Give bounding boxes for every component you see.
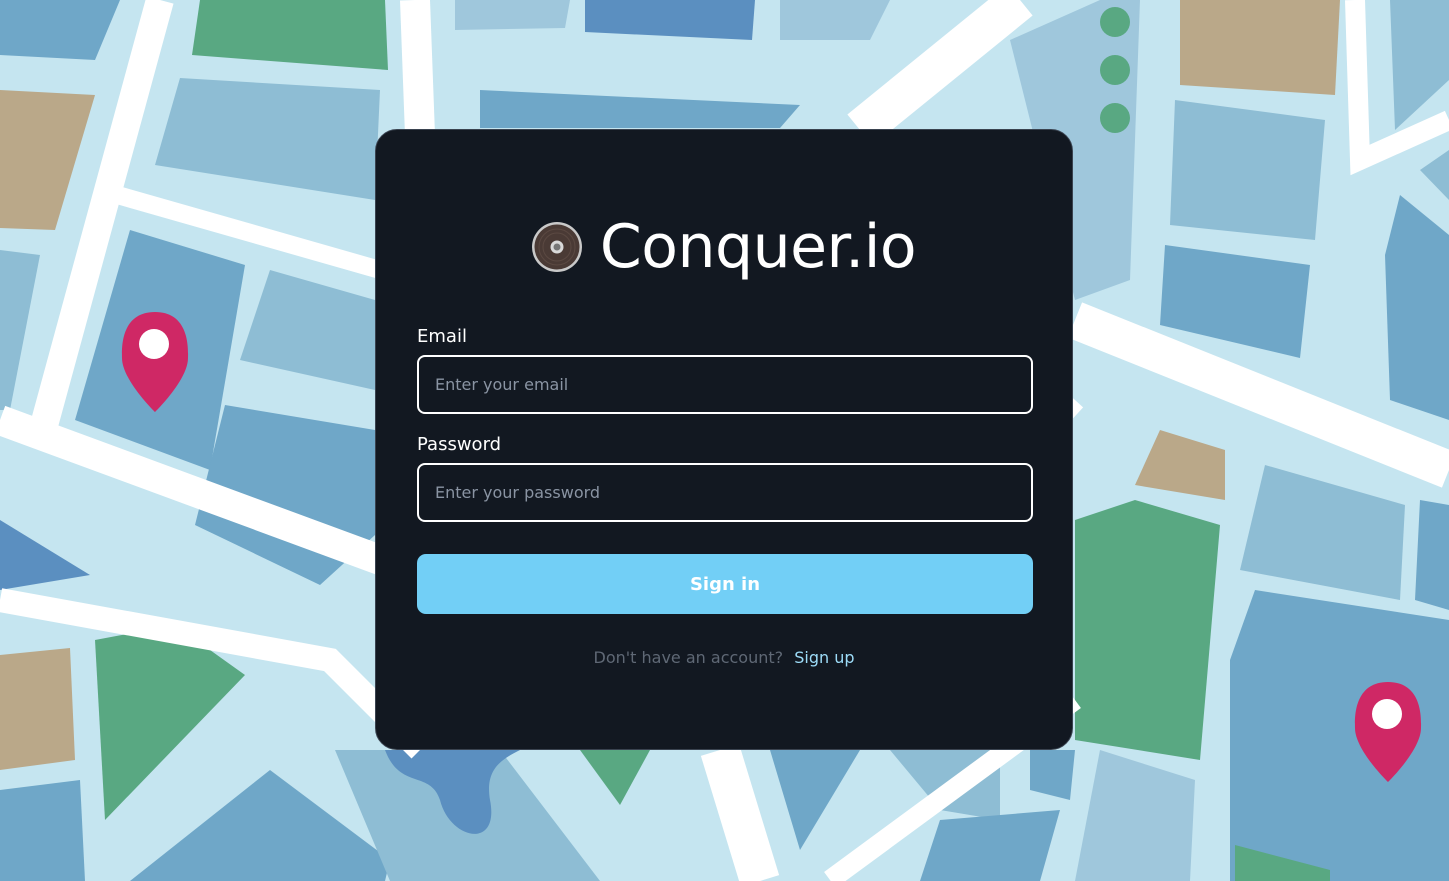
login-card: Conquer.io Email Password Sign in Don't … — [375, 129, 1073, 750]
sign-in-button[interactable]: Sign in — [417, 554, 1033, 614]
disc-logo-icon — [531, 222, 582, 272]
password-label: Password — [417, 434, 502, 455]
app-title: Conquer.io — [599, 212, 917, 282]
brand-header: Conquer.io — [376, 212, 1072, 282]
password-field[interactable] — [417, 463, 1033, 522]
signup-prompt-text: Don't have an account? — [593, 648, 784, 667]
sign-up-link[interactable]: Sign up — [794, 648, 854, 667]
email-field[interactable] — [417, 355, 1033, 414]
email-label: Email — [417, 326, 467, 347]
signup-prompt: Don't have an account? Sign up — [376, 648, 1072, 667]
